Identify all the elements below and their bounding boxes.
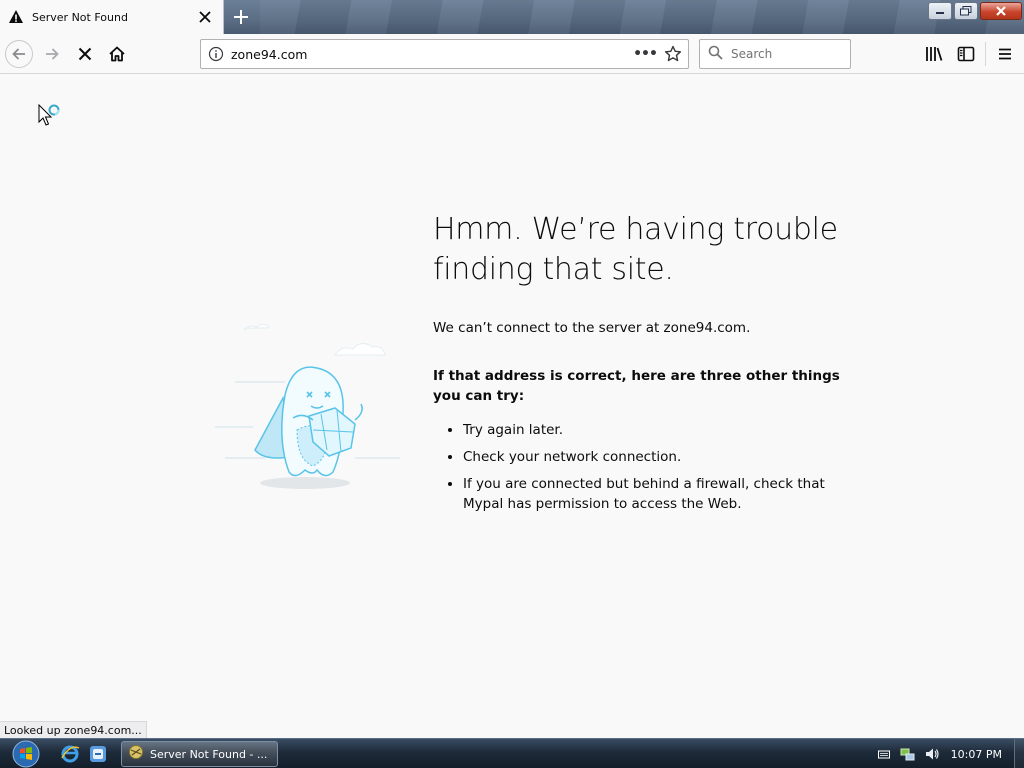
error-description: We can’t connect to the server at zone94… [433, 320, 751, 336]
suggestion-item: Check your network connection. [463, 447, 843, 467]
stop-button[interactable] [71, 40, 99, 68]
clock[interactable]: 10:07 PM [951, 748, 1002, 761]
keyboard-icon[interactable] [875, 745, 893, 763]
restore-button[interactable] [954, 2, 978, 20]
navigation-toolbar: zone94.com ••• [0, 34, 1024, 74]
close-window-button[interactable] [980, 2, 1022, 20]
search-bar[interactable] [699, 39, 851, 69]
taskbar-item-browser[interactable]: Server Not Found - ... [121, 741, 278, 767]
browser-app-icon [128, 744, 144, 764]
network-icon[interactable] [899, 745, 917, 763]
suggestion-item: If you are connected but behind a firewa… [463, 474, 843, 514]
library-icon[interactable] [922, 42, 946, 66]
tab-title: Server Not Found [32, 10, 128, 24]
tab-server-not-found[interactable]: Server Not Found [0, 0, 224, 34]
status-panel: Looked up zone94.com... [0, 721, 147, 739]
bookmark-star-icon[interactable] [658, 45, 688, 63]
taskbar: Server Not Found - ... 10:07 PM [0, 738, 1024, 768]
volume-icon[interactable] [923, 745, 941, 763]
internet-explorer-icon[interactable] [60, 744, 80, 764]
show-desktop-button[interactable] [1014, 739, 1024, 768]
error-message: Hmm. We’re having trouble finding that s… [433, 210, 843, 521]
close-tab-icon[interactable] [195, 7, 215, 27]
minimize-button[interactable] [928, 2, 952, 20]
tab-strip: Server Not Found [0, 0, 1024, 34]
url-text[interactable]: zone94.com [231, 47, 632, 62]
error-title: Hmm. We’re having trouble finding that s… [433, 212, 838, 287]
window-controls [928, 2, 1022, 20]
back-button[interactable] [5, 40, 33, 68]
taskbar-item-label: Server Not Found - ... [150, 747, 268, 761]
page-actions-icon[interactable]: ••• [632, 46, 658, 62]
suggestions-heading: If that address is correct, here are thr… [433, 368, 840, 404]
info-icon[interactable] [201, 46, 231, 62]
search-input[interactable] [731, 47, 841, 61]
hamburger-menu-icon[interactable] [993, 42, 1017, 66]
error-illustration [205, 320, 405, 504]
suggestions-list: Try again later. Check your network conn… [433, 420, 843, 514]
home-button[interactable] [103, 40, 131, 68]
url-bar[interactable]: zone94.com ••• [200, 39, 689, 69]
toolbar-separator [985, 42, 986, 66]
warning-icon [8, 9, 24, 25]
file-explorer-icon[interactable] [88, 744, 108, 764]
start-button[interactable] [6, 739, 46, 768]
new-tab-button[interactable] [228, 4, 254, 30]
busy-cursor-icon [38, 103, 64, 134]
search-icon [708, 45, 723, 64]
suggestion-item: Try again later. [463, 420, 843, 440]
system-tray: 10:07 PM [875, 739, 1024, 768]
sidebar-toggle-icon[interactable] [954, 42, 978, 66]
forward-button[interactable] [38, 40, 66, 68]
